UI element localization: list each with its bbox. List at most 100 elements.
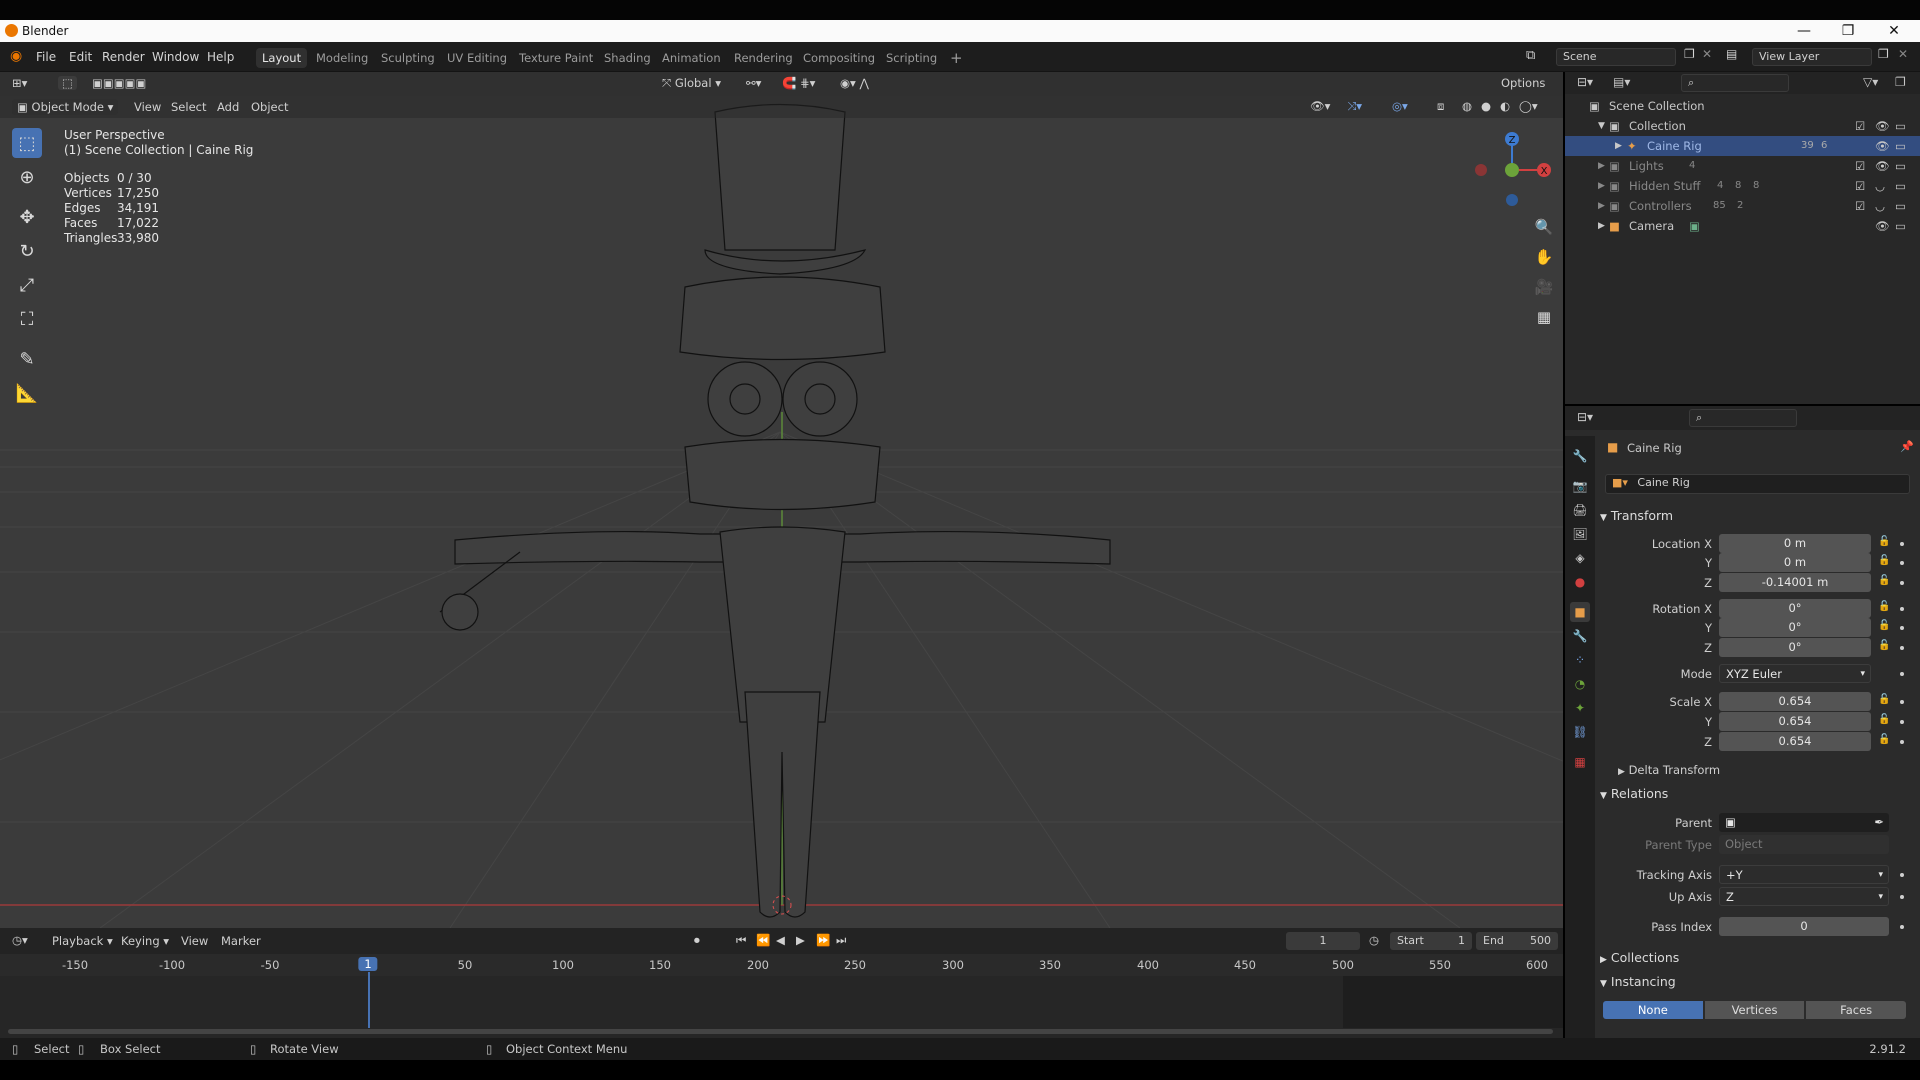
keyframe-dot-icon[interactable] bbox=[1900, 561, 1904, 565]
tab-layout[interactable]: Layout bbox=[256, 48, 308, 68]
playback-menu[interactable]: Playback ▾ bbox=[52, 934, 113, 948]
lock-icon[interactable]: 🔓 bbox=[1878, 575, 1890, 586]
shading-material-icon[interactable]: ◐ bbox=[1500, 99, 1510, 113]
snap-icon[interactable]: 🧲 ⋕▾ bbox=[782, 76, 815, 90]
timeline-editor[interactable]: ◷▾ Playback ▾ Keying ▾ View Marker ⏺ ⏮ ⏪… bbox=[0, 928, 1563, 1038]
pan-hand-icon[interactable]: ✋ bbox=[1532, 245, 1556, 269]
play-icon[interactable]: ▶ bbox=[796, 933, 805, 947]
eye-icon[interactable]: 👁 bbox=[1875, 136, 1890, 156]
monitor-icon[interactable]: ▭ bbox=[1895, 196, 1906, 216]
transform-orientation-dropdown[interactable]: ⤧ Global ▾ bbox=[662, 76, 721, 91]
tab-shading[interactable]: Shading bbox=[598, 48, 657, 68]
rotation-z-field[interactable]: 0° bbox=[1719, 638, 1871, 657]
instancing-vertices-button[interactable]: Vertices bbox=[1704, 1001, 1805, 1019]
properties-editor-type-icon[interactable]: ⊟▾ bbox=[1577, 410, 1593, 424]
keyframe-dot-icon[interactable] bbox=[1900, 581, 1904, 585]
object-tab-icon[interactable]: ■ bbox=[1570, 602, 1590, 622]
timeline-editor-type-icon[interactable]: ◷▾ bbox=[12, 933, 28, 947]
end-frame-field[interactable]: End 500 bbox=[1476, 932, 1558, 950]
rotation-x-field[interactable]: 0° bbox=[1719, 599, 1871, 618]
eyedropper-icon[interactable]: ✒ bbox=[1874, 813, 1884, 832]
physics-tab-icon[interactable]: ◔ bbox=[1570, 674, 1590, 694]
lock-icon[interactable]: 🔓 bbox=[1878, 714, 1890, 725]
filter-icon[interactable]: ▽▾ bbox=[1863, 75, 1878, 89]
gizmo-neg-z-axis[interactable] bbox=[1506, 194, 1518, 206]
object-mode-dropdown[interactable]: ▣ Object Mode ▾ bbox=[12, 99, 119, 115]
pin-icon[interactable]: 📌 bbox=[1900, 440, 1914, 453]
delta-transform-panel-header[interactable]: ▶ Delta Transform bbox=[1618, 763, 1720, 777]
lock-icon[interactable]: 🔓 bbox=[1878, 694, 1890, 705]
rotation-y-field[interactable]: 0° bbox=[1719, 618, 1871, 637]
timeline-scrollbar[interactable] bbox=[8, 1029, 1553, 1034]
restore-icon[interactable]: ❐ bbox=[1826, 21, 1870, 41]
outliner-item-lights[interactable]: ▶ ▣ Lights 4 ☑ 👁 ▭ bbox=[1565, 156, 1920, 176]
scene-browse-icon[interactable]: ⧉ bbox=[1526, 48, 1535, 63]
record-icon[interactable]: ⏺ bbox=[694, 933, 700, 948]
eye-closed-icon[interactable]: ◡ bbox=[1875, 196, 1885, 216]
keyframe-dot-icon[interactable] bbox=[1900, 895, 1904, 899]
monitor-icon[interactable]: ▭ bbox=[1895, 136, 1906, 156]
gizmo-y-axis[interactable] bbox=[1505, 163, 1519, 177]
add-workspace-icon[interactable]: + bbox=[944, 48, 969, 68]
viewport-menu-add[interactable]: Add bbox=[217, 100, 239, 114]
scale-z-field[interactable]: 0.654 bbox=[1719, 732, 1871, 751]
object-browse-icon[interactable]: ■▾ bbox=[1612, 476, 1628, 489]
new-view-layer-icon[interactable]: ❐ bbox=[1878, 47, 1889, 61]
preview-range-icon[interactable]: ◷ bbox=[1369, 933, 1379, 947]
rotation-mode-dropdown[interactable]: XYZ Euler ▾ bbox=[1719, 664, 1871, 683]
shading-solid-icon[interactable]: ● bbox=[1481, 99, 1491, 113]
location-y-field[interactable]: 0 m bbox=[1719, 553, 1871, 572]
lock-icon[interactable]: 🔓 bbox=[1878, 734, 1890, 745]
lock-icon[interactable]: 🔓 bbox=[1878, 536, 1890, 547]
keyframe-dot-icon[interactable] bbox=[1900, 646, 1904, 650]
instancing-none-button[interactable]: None bbox=[1603, 1001, 1703, 1019]
collapse-icon[interactable]: ▼ bbox=[1598, 116, 1605, 136]
menu-help[interactable]: Help bbox=[207, 50, 234, 64]
keyframe-dot-icon[interactable] bbox=[1900, 925, 1904, 929]
expand-icon[interactable]: ▶ bbox=[1598, 216, 1605, 236]
lock-icon[interactable]: 🔓 bbox=[1878, 640, 1890, 651]
eye-icon[interactable]: 👁 bbox=[1875, 156, 1890, 176]
gizmo-neg-x-axis[interactable] bbox=[1475, 164, 1487, 176]
menu-render[interactable]: Render bbox=[102, 50, 145, 64]
monitor-icon[interactable]: ▭ bbox=[1895, 156, 1906, 176]
xray-icon[interactable]: ⧈ bbox=[1437, 99, 1444, 114]
exclude-checkbox-icon[interactable]: ☑ bbox=[1855, 176, 1865, 196]
modifier-tab-icon[interactable]: 🔧 bbox=[1570, 626, 1590, 646]
collections-panel-header[interactable]: ▶ Collections bbox=[1600, 950, 1679, 965]
tab-uv-editing[interactable]: UV Editing bbox=[441, 48, 513, 68]
relations-panel-header[interactable]: ▼ Relations bbox=[1600, 786, 1668, 801]
keying-menu[interactable]: Keying ▾ bbox=[121, 934, 169, 948]
armature-data-tab-icon[interactable]: ✦ bbox=[1570, 698, 1590, 718]
outliner-search-input[interactable]: ⌕ bbox=[1681, 74, 1789, 92]
tab-rendering[interactable]: Rendering bbox=[728, 48, 799, 68]
delete-view-layer-icon[interactable]: ✕ bbox=[1898, 47, 1908, 61]
particles-tab-icon[interactable]: ⁘ bbox=[1570, 650, 1590, 670]
timeline-view-menu[interactable]: View bbox=[181, 934, 208, 948]
scale-y-field[interactable]: 0.654 bbox=[1719, 712, 1871, 731]
shading-wireframe-icon[interactable]: ◍ bbox=[1462, 99, 1472, 113]
location-z-field[interactable]: -0.14001 m bbox=[1719, 573, 1871, 592]
jump-end-icon[interactable]: ⏭ bbox=[836, 933, 846, 948]
new-collection-icon[interactable]: ❐ bbox=[1895, 75, 1906, 89]
expand-icon[interactable]: ▶ bbox=[1598, 196, 1605, 216]
keyframe-dot-icon[interactable] bbox=[1900, 700, 1904, 704]
zoom-icon[interactable]: 🔍 bbox=[1532, 215, 1556, 239]
parent-type-dropdown[interactable]: Object bbox=[1719, 835, 1889, 854]
play-reverse-icon[interactable]: ◀ bbox=[776, 933, 785, 947]
outliner-item-hidden-stuff[interactable]: ▶ ▣ Hidden Stuff 4 8 8 ☑ ◡ ▭ bbox=[1565, 176, 1920, 196]
selection-modes-icon[interactable]: ▣▣▣▣▣ bbox=[92, 76, 146, 90]
navigation-gizmo[interactable]: Z X bbox=[1465, 127, 1555, 217]
playhead-frame-label[interactable]: 1 bbox=[358, 957, 378, 971]
outliner-editor-type-icon[interactable]: ⊟▾ bbox=[1577, 75, 1593, 89]
keyframe-dot-icon[interactable] bbox=[1900, 873, 1904, 877]
close-icon[interactable]: ✕ bbox=[1872, 21, 1916, 41]
current-frame-field[interactable]: 1 bbox=[1286, 932, 1360, 950]
expand-icon[interactable]: ▶ bbox=[1598, 156, 1605, 176]
options-button[interactable]: Options bbox=[1495, 75, 1552, 91]
outliner-item-controllers[interactable]: ▶ ▣ Controllers 85 2 ☑ ◡ ▭ bbox=[1565, 196, 1920, 216]
transform-panel-header[interactable]: ▼ Transform bbox=[1600, 508, 1673, 523]
exclude-checkbox-icon[interactable]: ☑ bbox=[1855, 116, 1865, 136]
move-tool-icon[interactable]: ✥ bbox=[12, 202, 42, 232]
render-tab-icon[interactable]: 📷 bbox=[1570, 476, 1590, 496]
